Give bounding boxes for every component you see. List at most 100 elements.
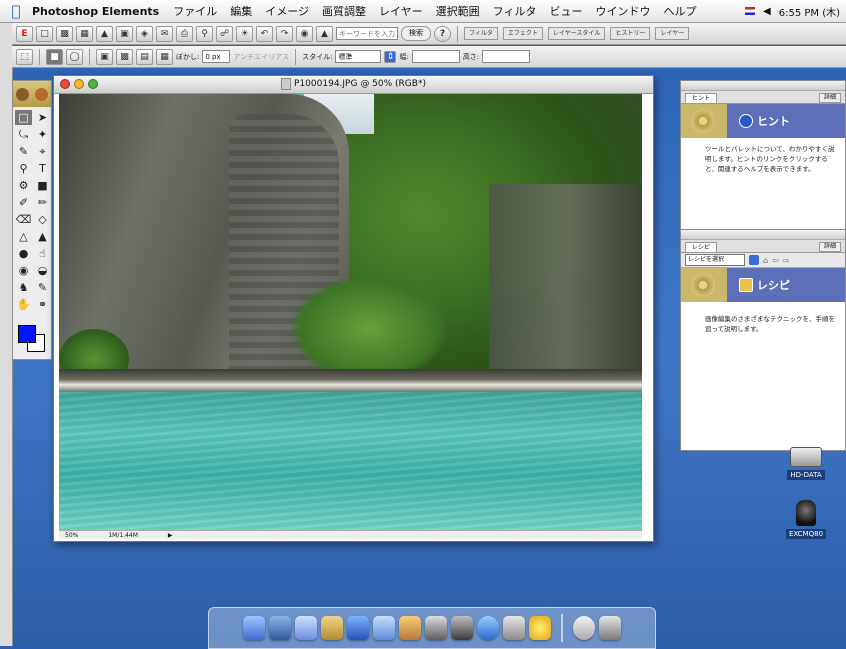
menu-clock[interactable]: 6:55 PM (木)	[779, 4, 840, 19]
hints-palette-titlebar[interactable]	[681, 81, 845, 91]
gradient-tool-icon[interactable]: ■	[34, 178, 51, 193]
forward-arrow-icon[interactable]: ⇨	[783, 256, 790, 265]
sponge-tool-icon[interactable]: ●	[15, 246, 32, 261]
clone-stamp-tool-icon[interactable]: ♞	[15, 280, 32, 295]
zoom-tool-icon[interactable]: ⚲	[15, 161, 32, 176]
system-prefs-icon[interactable]	[503, 616, 525, 640]
recipe-select[interactable]: レシピを選択	[685, 254, 745, 266]
eyedropper-tool-icon[interactable]: ✎	[34, 280, 51, 295]
marquee-preset-icon[interactable]: ⬚	[16, 48, 33, 65]
recipes-palette-titlebar[interactable]	[681, 230, 845, 240]
subtract-selection-icon[interactable]: ▤	[136, 48, 153, 65]
print-icon[interactable]: ⎙	[176, 25, 193, 42]
palette-well-layer-styles[interactable]: レイヤースタイル	[547, 27, 606, 40]
shape-tool-icon[interactable]: ◇	[34, 212, 51, 227]
sherlock-icon[interactable]	[451, 616, 473, 640]
iphoto-icon[interactable]	[399, 616, 421, 640]
input-flag-icon[interactable]	[745, 7, 756, 15]
camera-disk[interactable]: EXCMQ80	[776, 500, 836, 539]
new-selection-icon[interactable]: ▣	[96, 48, 113, 65]
recipe-dropdown-icon[interactable]	[749, 255, 759, 265]
redo-icon[interactable]: ↷	[276, 25, 293, 42]
undo-icon[interactable]: ↶	[256, 25, 273, 42]
crop-tool-icon[interactable]: ⌖	[34, 144, 51, 159]
ichat-icon[interactable]	[295, 616, 317, 640]
recipes-more-button[interactable]: 詳細	[818, 242, 841, 252]
palette-well-layers[interactable]: レイヤー	[655, 27, 690, 40]
rect-marquee-icon[interactable]: ■	[46, 48, 63, 65]
toolbox-header[interactable]	[13, 81, 51, 107]
online-print-icon[interactable]: ☍	[216, 25, 233, 42]
color-picker-icon[interactable]: ◉	[296, 25, 313, 42]
step-backward-icon[interactable]: ▲	[316, 25, 333, 42]
zoom-button[interactable]	[88, 79, 98, 89]
dodge-tool-icon[interactable]: ◉	[15, 263, 32, 278]
menu-layer[interactable]: レイヤー	[379, 3, 423, 19]
itunes-icon[interactable]	[373, 616, 395, 640]
home-icon[interactable]: ⌂	[763, 256, 768, 265]
attach-email-icon[interactable]: ✉	[156, 25, 173, 42]
eraser-tool-icon[interactable]: ⌫	[15, 212, 32, 227]
lasso-tool-icon[interactable]: ⤿	[15, 127, 32, 142]
menu-view[interactable]: ビュー	[549, 3, 582, 19]
save-icon[interactable]: ▣	[116, 25, 133, 42]
hints-more-button[interactable]: 詳細	[818, 93, 841, 103]
paint-bucket-tool-icon[interactable]: ⚙	[15, 178, 32, 193]
save-web-icon[interactable]: ◈	[136, 25, 153, 42]
style-dropdown-icon[interactable]: ⇕	[384, 50, 397, 63]
move-tool-icon[interactable]: ➤	[34, 110, 51, 125]
back-arrow-icon[interactable]: ⇦	[772, 256, 779, 265]
import-icon[interactable]: ▲	[96, 25, 113, 42]
ellipse-marquee-icon[interactable]: ◯	[66, 48, 83, 65]
close-button[interactable]	[60, 79, 70, 89]
antialias-checkbox[interactable]: アンチエイリアス	[233, 52, 289, 62]
hand-tool-icon[interactable]: ✋	[15, 297, 32, 312]
help-viewer-icon[interactable]	[573, 616, 595, 640]
intersect-selection-icon[interactable]: ▦	[156, 48, 173, 65]
type-tool-icon[interactable]: T	[34, 161, 51, 176]
elements-logo-icon[interactable]: E	[16, 25, 33, 42]
palette-well-filters[interactable]: フィルタ	[464, 27, 498, 40]
feather-input[interactable]: 0 px	[202, 50, 231, 63]
document-title-bar[interactable]: P1000194.JPG @ 50% (RGB*)	[54, 76, 653, 94]
help-search-button[interactable]: 検索	[401, 26, 431, 41]
apple-menu-icon[interactable]: 	[0, 2, 32, 20]
menu-edit[interactable]: 編集	[230, 3, 252, 19]
help-icon[interactable]: ?	[434, 25, 451, 42]
height-input[interactable]	[482, 50, 531, 63]
palette-well-effects[interactable]: エフェクト	[502, 27, 543, 40]
add-selection-icon[interactable]: ▩	[116, 48, 133, 65]
finder-icon[interactable]	[243, 616, 265, 640]
smudge-tool-icon[interactable]: ☝	[34, 246, 51, 261]
trash-icon[interactable]	[599, 616, 621, 640]
brush-tool-icon[interactable]: ✐	[15, 195, 32, 210]
status-menu-arrow-icon[interactable]: ▶	[168, 531, 173, 539]
volume-icon[interactable]: ◀	[763, 6, 771, 17]
tab-hints[interactable]: ヒント	[685, 93, 718, 103]
rect-marquee-tool-icon[interactable]: □	[15, 110, 32, 125]
selection-brush-tool-icon[interactable]: ✎	[15, 144, 32, 159]
foreground-color-swatch[interactable]	[18, 325, 36, 343]
browse-icon[interactable]: ▦	[76, 25, 93, 42]
menu-app-name[interactable]: Photoshop Elements	[32, 5, 159, 18]
menu-enhance[interactable]: 画質調整	[322, 3, 366, 19]
style-select[interactable]: 標準	[335, 50, 382, 63]
zoom-level[interactable]: 50%	[65, 531, 78, 539]
palette-well-history[interactable]: ヒストリー	[610, 27, 651, 40]
print-preview-icon[interactable]: ⚲	[196, 25, 213, 42]
mail-icon[interactable]	[269, 616, 291, 640]
tab-recipes[interactable]: レシピ	[685, 242, 718, 252]
menu-file[interactable]: ファイル	[173, 3, 217, 19]
blur-tool-icon[interactable]: △	[15, 229, 32, 244]
minimize-button[interactable]	[74, 79, 84, 89]
imovie-icon[interactable]	[425, 616, 447, 640]
new-file-icon[interactable]: □	[36, 25, 53, 42]
magic-wand-tool-icon[interactable]: ✦	[34, 127, 51, 142]
menu-image[interactable]: イメージ	[265, 3, 309, 19]
hd-data-disk[interactable]: HD-DATA	[776, 447, 836, 480]
pencil-tool-icon[interactable]: ✏	[34, 195, 51, 210]
internet-explorer-icon[interactable]	[347, 616, 369, 640]
photo-canvas[interactable]	[59, 94, 642, 531]
zoom-tool2-icon[interactable]: ⚭	[34, 297, 51, 312]
menu-select[interactable]: 選択範囲	[436, 3, 480, 19]
